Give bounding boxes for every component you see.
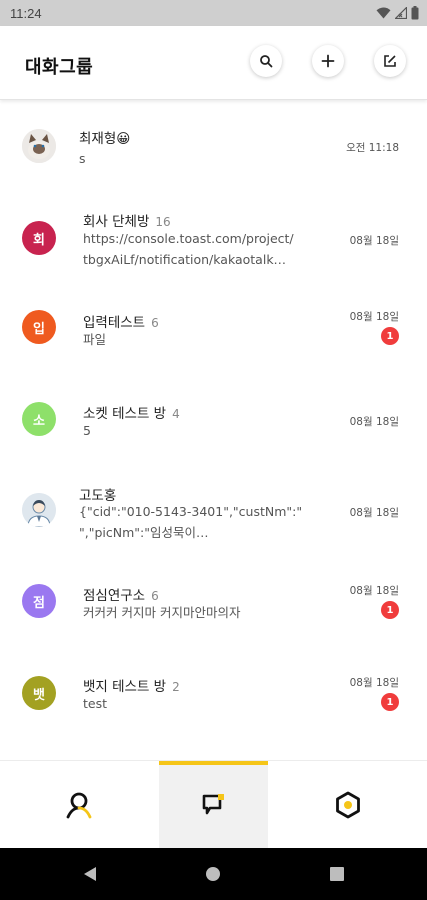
- wifi-icon: [376, 7, 391, 19]
- timestamp: 08월 18일: [349, 585, 399, 597]
- app-header: 대화그룹: [0, 26, 427, 100]
- edit-icon: [384, 55, 396, 67]
- avatar: 입: [22, 310, 56, 344]
- member-count: 6: [151, 316, 159, 330]
- room-title: 회사 단체방 16: [83, 210, 171, 230]
- message-preview: 파일: [83, 332, 107, 347]
- avatar: 소: [22, 402, 56, 436]
- message-preview: https://console.toast.com/project/: [83, 231, 294, 246]
- member-count: 4: [172, 407, 180, 421]
- bottom-nav: [0, 760, 427, 849]
- room-title: 입력테스트 6: [83, 311, 159, 331]
- page-title: 대화그룹: [25, 57, 94, 78]
- chat-room-item[interactable]: 고도홍 {"cid":"010-5143-3401","custNm":" ",…: [0, 480, 427, 580]
- chat-room-item[interactable]: 점 점심연구소 6 커커커 커지마 커지마안마의자 08월 18일 1: [0, 580, 427, 680]
- message-preview: 커커커 커지마 커지마안마의자: [83, 605, 241, 620]
- home-icon[interactable]: [205, 866, 221, 882]
- member-count: 6: [151, 589, 159, 603]
- chat-room-item[interactable]: 최재형😀 s 오전 11:18: [0, 100, 427, 200]
- chat-room-item[interactable]: 회 회사 단체방 16 https://console.toast.com/pro…: [0, 200, 427, 300]
- timestamp: 08월 18일: [349, 311, 399, 323]
- status-time: 11:24: [10, 5, 42, 21]
- chat-list: 최재형😀 s 오전 11:18 회 회사 단체방 16 https://conso…: [0, 100, 427, 760]
- tab-settings[interactable]: [269, 761, 427, 849]
- room-title: 뱃지 테스트 방2: [83, 675, 180, 695]
- person-icon: [66, 792, 92, 819]
- edit-button[interactable]: [374, 45, 406, 77]
- tab-chats[interactable]: [159, 761, 268, 849]
- person-avatar-icon: [22, 493, 56, 527]
- system-nav-bar: [0, 848, 427, 900]
- avatar: [22, 493, 56, 527]
- add-button[interactable]: [312, 45, 344, 77]
- status-bar: 11:24: [0, 0, 427, 26]
- recents-icon[interactable]: [329, 866, 345, 882]
- member-count: 16: [155, 215, 171, 229]
- avatar: 뱃: [22, 676, 56, 710]
- search-button[interactable]: [250, 45, 282, 77]
- tab-friends[interactable]: [0, 761, 158, 849]
- timestamp: 08월 18일: [349, 416, 399, 428]
- room-title: 소켓 테스트 방4: [83, 402, 180, 422]
- signal-icon: [395, 7, 407, 19]
- plus-icon: [321, 54, 335, 68]
- settings-icon: [336, 791, 360, 819]
- active-tab-indicator: [159, 761, 268, 765]
- room-title: 최재형😀: [79, 127, 130, 147]
- timestamp: 08월 18일: [349, 235, 399, 247]
- unread-badge: 1: [381, 601, 399, 619]
- message-preview-line2: ","picNm":"임성묵이…: [79, 525, 209, 540]
- cat-photo-icon: [22, 129, 56, 163]
- status-icons: [376, 6, 419, 20]
- message-preview-line2: tbgxAiLf/notification/kakaotalk…: [83, 252, 287, 267]
- timestamp: 08월 18일: [349, 507, 399, 519]
- room-name: 최재형😀: [79, 131, 131, 147]
- avatar: [22, 129, 56, 163]
- room-title: 점심연구소 6: [83, 584, 159, 604]
- message-preview: test: [83, 696, 108, 711]
- search-icon: [260, 55, 273, 68]
- timestamp: 오전 11:18: [346, 142, 399, 154]
- back-icon[interactable]: [82, 866, 98, 882]
- member-count: 2: [172, 680, 180, 694]
- chat-room-item[interactable]: 입 입력테스트 6 파일 08월 18일 1: [0, 300, 427, 400]
- unread-badge: 1: [381, 693, 399, 711]
- message-preview: {"cid":"010-5143-3401","custNm":": [79, 504, 303, 519]
- chat-room-item[interactable]: 뱃 뱃지 테스트 방2 test 08월 18일 1: [0, 670, 427, 760]
- chat-icon: [202, 794, 224, 815]
- avatar: 점: [22, 584, 56, 618]
- battery-icon: [411, 6, 419, 20]
- timestamp: 08월 18일: [349, 677, 399, 689]
- avatar: 회: [22, 221, 56, 255]
- unread-badge: 1: [381, 327, 399, 345]
- message-preview: 5: [83, 423, 91, 438]
- message-preview: s: [79, 151, 86, 166]
